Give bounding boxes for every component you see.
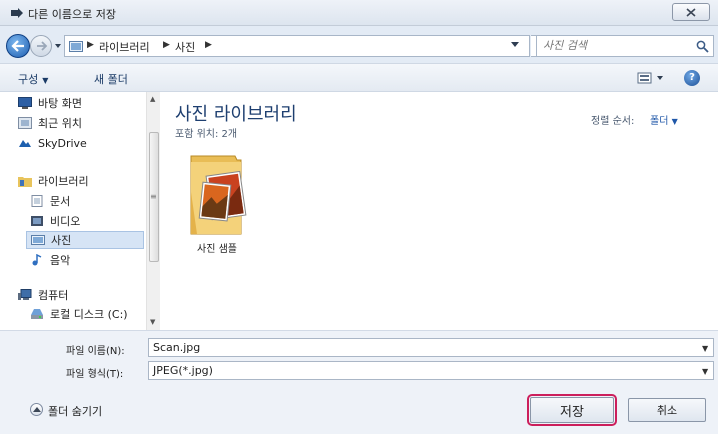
desktop-icon xyxy=(18,97,32,109)
navigation-pane: 바탕 화면 최근 위치 SkyDrive 라이브러리 문서 비디오 사진 음악 … xyxy=(0,92,146,330)
hide-folders-toggle[interactable] xyxy=(30,403,43,416)
command-bar: 구성 ▼ 새 폴더 ? xyxy=(0,64,718,92)
window-title: 다른 이름으로 저장 xyxy=(28,8,116,21)
close-button[interactable] xyxy=(672,3,710,21)
nav-item-documents[interactable]: 문서 xyxy=(30,192,70,210)
nav-item-label: 음악 xyxy=(50,254,71,267)
filetype-label: 파일 형식(T): xyxy=(66,369,124,380)
sample-pictures-folder-icon xyxy=(190,155,247,235)
nav-item-desktop[interactable]: 바탕 화면 xyxy=(18,94,82,112)
address-dropdown-icon[interactable] xyxy=(511,42,519,48)
nav-item-libraries[interactable]: 라이브러리 xyxy=(18,172,89,190)
breadcrumb-separator-icon: ▶ xyxy=(87,40,94,50)
chevron-up-icon xyxy=(33,407,41,412)
save-button[interactable]: 저장 xyxy=(527,394,617,426)
arrow-left-icon xyxy=(11,40,24,52)
file-list-pane: 사진 라이브러리 포함 위치: 2개 정렬 순서: 폴더 ▼ 사진 샘플 xyxy=(161,92,718,330)
chevron-down-icon: ▼ xyxy=(671,117,678,126)
pictures-icon xyxy=(31,235,45,245)
sort-dropdown[interactable]: 폴더 ▼ xyxy=(650,112,678,127)
filetype-value: JPEG(*.jpg) xyxy=(153,364,213,377)
music-icon xyxy=(32,254,42,266)
video-icon xyxy=(31,216,43,226)
chevron-down-icon[interactable]: ▼ xyxy=(702,367,708,376)
breadcrumb-libraries[interactable]: 라이브러리 xyxy=(99,39,150,55)
search-input[interactable] xyxy=(543,39,683,52)
nav-item-label: 사진 xyxy=(51,234,72,247)
nav-item-label: 라이브러리 xyxy=(38,175,89,188)
pictures-library-icon xyxy=(69,41,83,52)
folder-name: 사진 샘플 xyxy=(197,244,237,255)
recent-pages-dropdown-icon[interactable] xyxy=(54,40,62,52)
breadcrumb[interactable]: ▶ 라이브러리 ▶ 사진 ▶ xyxy=(64,35,530,57)
nav-item-skydrive[interactable]: SkyDrive xyxy=(18,134,87,152)
computer-icon xyxy=(18,289,32,300)
filename-label: 파일 이름(N): xyxy=(66,346,125,357)
nav-item-video[interactable]: 비디오 xyxy=(30,212,80,230)
filename-history-dropdown-icon[interactable]: ▼ xyxy=(702,344,708,353)
help-button[interactable]: ? xyxy=(684,70,700,86)
nav-item-label: 최근 위치 xyxy=(38,117,82,130)
disk-icon xyxy=(31,309,43,319)
organize-label: 구성 xyxy=(18,73,39,86)
chevron-down-icon: ▼ xyxy=(42,76,49,85)
sort-value: 폴더 xyxy=(650,116,669,127)
navigation-scrollbar[interactable]: ▲ ≡ ▼ xyxy=(146,92,160,330)
title-bar: 다른 이름으로 저장 xyxy=(0,0,718,26)
nav-item-label: SkyDrive xyxy=(38,136,87,150)
scroll-up-icon[interactable]: ▲ xyxy=(150,95,155,103)
library-icon xyxy=(18,177,32,187)
nav-item-recent-places[interactable]: 최근 위치 xyxy=(18,114,82,132)
nav-item-label: 비디오 xyxy=(50,215,81,228)
scrollbar-grip-icon: ≡ xyxy=(150,192,157,201)
view-options-icon[interactable] xyxy=(636,70,668,86)
breadcrumb-separator-icon: ▶ xyxy=(205,40,212,50)
nav-item-local-disk[interactable]: 로컬 디스크 (C:) xyxy=(30,305,128,323)
search-icon[interactable] xyxy=(696,40,709,53)
save-form: 파일 이름(N): ▼ 파일 형식(T): JPEG(*.jpg) ▼ xyxy=(0,330,718,384)
filetype-select[interactable]: JPEG(*.jpg) xyxy=(148,361,714,380)
address-bar: ▶ 라이브러리 ▶ 사진 ▶ xyxy=(0,26,718,64)
save-arrow-icon xyxy=(11,8,23,18)
breadcrumb-pictures[interactable]: 사진 xyxy=(175,39,195,55)
cancel-button[interactable]: 취소 xyxy=(628,398,706,422)
nav-item-label: 로컬 디스크 (C:) xyxy=(50,308,128,321)
nav-item-label: 바탕 화면 xyxy=(38,97,82,110)
library-title: 사진 라이브러리 xyxy=(175,104,297,125)
nav-item-music[interactable]: 음악 xyxy=(30,251,70,269)
documents-icon xyxy=(31,195,43,207)
folder-item[interactable]: 사진 샘플 xyxy=(179,148,255,258)
organize-menu[interactable]: 구성 ▼ xyxy=(18,71,48,87)
scroll-down-icon[interactable]: ▼ xyxy=(150,318,155,326)
search-box[interactable] xyxy=(536,35,714,57)
dialog-footer: 폴더 숨기기 저장 취소 xyxy=(0,384,718,434)
back-button[interactable] xyxy=(6,34,30,58)
filename-input[interactable] xyxy=(148,338,714,357)
nav-item-label: 문서 xyxy=(50,195,71,208)
hide-folders-label[interactable]: 폴더 숨기기 xyxy=(48,403,102,419)
nav-item-label: 컴퓨터 xyxy=(38,289,69,302)
breadcrumb-separator-icon: ▶ xyxy=(163,40,170,50)
sort-label: 정렬 순서: xyxy=(591,116,635,127)
new-folder-button[interactable]: 새 폴더 xyxy=(94,71,128,87)
skydrive-icon xyxy=(19,140,31,147)
nav-item-pictures[interactable]: 사진 xyxy=(26,231,144,249)
library-includes-link[interactable]: 포함 위치: 2개 xyxy=(175,125,237,140)
close-icon xyxy=(686,8,696,17)
arrow-right-icon xyxy=(37,41,48,51)
recent-places-icon xyxy=(18,117,32,129)
forward-button[interactable] xyxy=(30,35,52,57)
nav-item-computer[interactable]: 컴퓨터 xyxy=(18,286,68,304)
